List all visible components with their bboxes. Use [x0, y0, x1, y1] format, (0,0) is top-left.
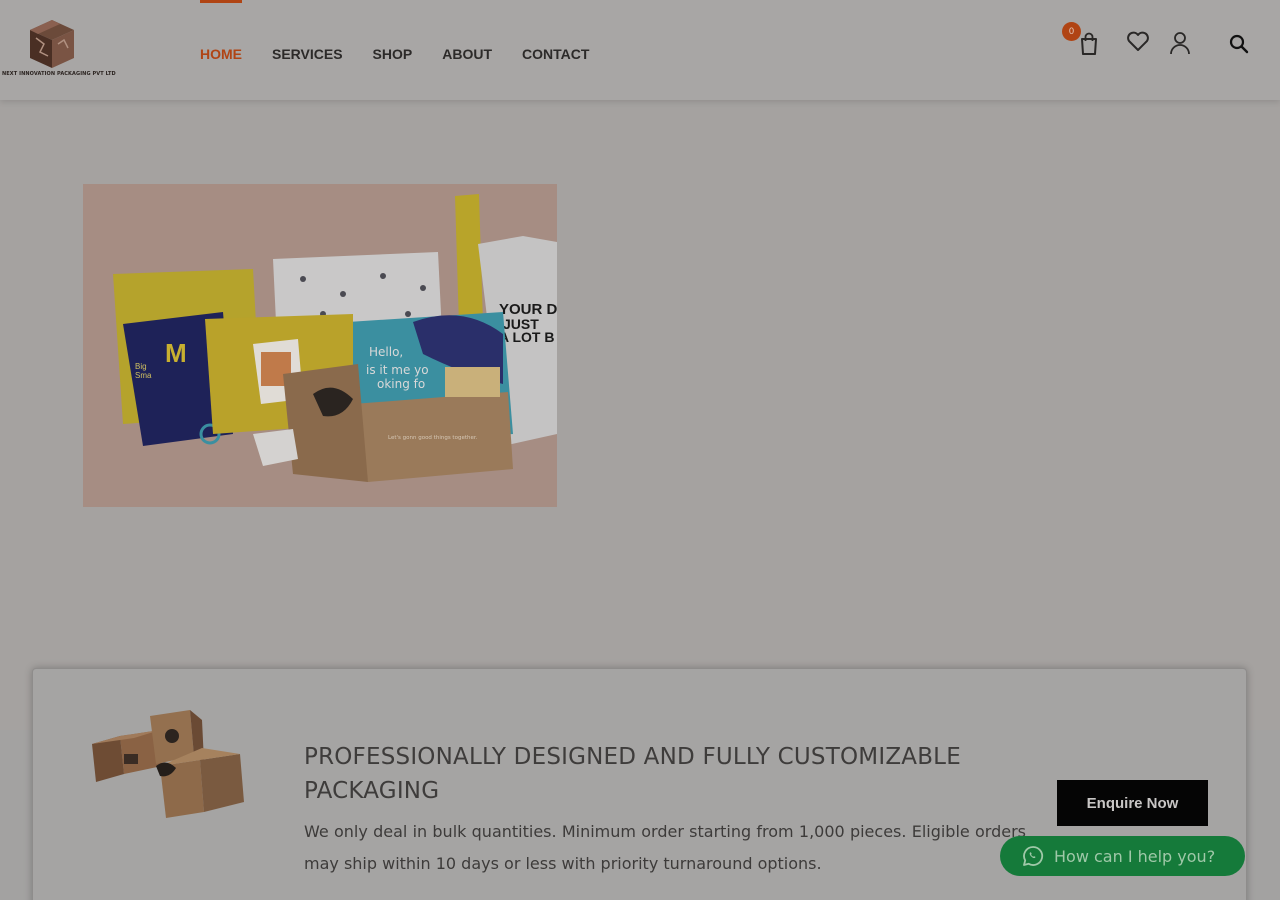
- logo-box-icon: [30, 20, 74, 68]
- blue-box-text-1: Hello,: [369, 345, 403, 359]
- cart-count-badge: 0: [1062, 22, 1081, 41]
- nav-item-shop[interactable]: SHOP: [373, 38, 413, 62]
- enquire-now-button[interactable]: Enquire Now: [1057, 780, 1208, 826]
- navy-box-text-1: Big: [135, 362, 147, 371]
- packaging-collage: YOUR DA JUST A LOT B Hello, is it me yo …: [83, 184, 557, 507]
- bag-text-3: A LOT B: [499, 329, 554, 345]
- whatsapp-chat-button[interactable]: How can I help you?: [1000, 836, 1245, 876]
- card-title: PROFESSIONALLY DESIGNED AND FULLY CUSTOM…: [304, 744, 961, 804]
- card-description: We only deal in bulk quantities. Minimum…: [304, 822, 1026, 873]
- svg-text:M: M: [165, 338, 187, 368]
- wishlist-button[interactable]: [1125, 28, 1151, 54]
- card-packaging-image: [90, 706, 246, 818]
- heart-icon: [1127, 31, 1149, 51]
- nav-item-contact[interactable]: CONTACT: [522, 38, 589, 62]
- account-button[interactable]: [1167, 30, 1193, 56]
- main-nav: HOME SERVICES SHOP ABOUT CONTACT: [200, 0, 619, 100]
- user-icon: [1170, 32, 1190, 55]
- navy-box-text-2: Sma: [135, 371, 152, 380]
- nav-item-about[interactable]: ABOUT: [442, 38, 492, 62]
- kraft-boxes-illustration: [92, 710, 244, 818]
- blue-box-text-3: oking fo: [377, 377, 425, 391]
- whatsapp-icon: [1023, 846, 1044, 866]
- search-button[interactable]: [1226, 30, 1252, 56]
- kraft-box-text: Let's gonn good things together.: [388, 435, 478, 441]
- site-header: NEXT INNOVATION PACKAGING PVT LTD HOME S…: [0, 0, 1280, 100]
- hero-packaging-image: YOUR DA JUST A LOT B Hello, is it me yo …: [83, 184, 557, 507]
- nav-item-home[interactable]: HOME: [200, 0, 242, 62]
- blue-box-text-2: is it me yo: [366, 363, 429, 377]
- logo[interactable]: NEXT INNOVATION PACKAGING PVT LTD: [2, 16, 116, 82]
- whatsapp-label: How can I help you?: [1054, 846, 1216, 866]
- nav-item-services[interactable]: SERVICES: [272, 38, 343, 62]
- search-icon: [1229, 34, 1249, 54]
- logo-caption: NEXT INNOVATION PACKAGING PVT LTD: [2, 71, 116, 77]
